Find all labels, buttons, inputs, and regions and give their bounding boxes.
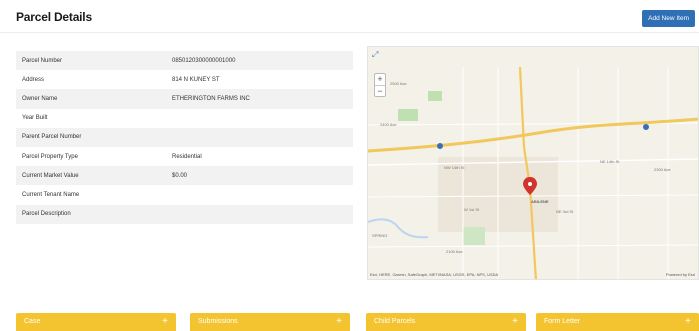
add-new-item-button[interactable]: Add New Item	[642, 10, 695, 27]
map-label: 2400 Ave	[380, 122, 397, 127]
map-canvas	[368, 47, 698, 279]
form-letter-tab[interactable]: Form Letter +	[536, 313, 699, 331]
map-label: NE 14th St	[600, 159, 620, 164]
detail-key: Owner Name	[22, 95, 58, 102]
map-attribution: Esri, HERE, Garmin, SafeGraph, METI/NASA…	[370, 272, 499, 277]
page-header: Parcel Details Add New Item	[0, 0, 699, 32]
tab-label: Case	[24, 318, 41, 325]
detail-row: Parcel Description	[16, 204, 353, 224]
fullscreen-icon[interactable]: ⤢	[372, 51, 380, 59]
detail-row: Year Built	[16, 109, 353, 128]
tab-label: Child Parcels	[374, 318, 416, 325]
detail-key: Parent Parcel Number	[22, 134, 82, 141]
detail-row: Owner Name ETHERINGTON FARMS INC	[16, 89, 353, 109]
map-label: 2300 Ave	[654, 167, 671, 172]
parcel-details-table: Parcel Number 0850120300000001000 Address…	[16, 51, 353, 224]
detail-key: Current Market Value	[22, 172, 79, 179]
map-powered-by[interactable]: Powered by Esri	[666, 272, 695, 277]
plus-icon[interactable]: +	[162, 313, 168, 331]
submissions-tab[interactable]: Submissions +	[190, 313, 350, 331]
detail-value: ETHERINGTON FARMS INC	[172, 95, 250, 102]
map-label: NW 14th St	[444, 165, 465, 170]
detail-value: 0850120300000001000	[172, 57, 236, 64]
detail-key: Parcel Property Type	[22, 153, 78, 160]
plus-icon[interactable]: +	[685, 313, 691, 331]
detail-row: Address 814 N KUNEY ST	[16, 70, 353, 89]
plus-icon[interactable]: +	[336, 313, 342, 331]
detail-row: Parcel Number 0850120300000001000	[16, 51, 353, 71]
zoom-control: + −	[374, 73, 386, 97]
detail-value: 814 N KUNEY ST	[172, 76, 220, 83]
detail-row: Parent Parcel Number	[16, 127, 353, 147]
tab-label: Form Letter	[544, 318, 581, 325]
page-title: Parcel Details	[16, 10, 92, 24]
map-label: 2100 Ave	[446, 249, 463, 254]
detail-row: Current Market Value $0.00	[16, 166, 353, 186]
zoom-out-button[interactable]: −	[375, 86, 385, 98]
map-label: SPRING	[372, 233, 388, 238]
detail-key: Parcel Description	[22, 211, 71, 218]
detail-key: Parcel Number	[22, 57, 63, 64]
parcel-map[interactable]: ⤢ + − 2500 Ave 2400 Ave NW 14th St NE 14…	[367, 46, 699, 280]
detail-row: Parcel Property Type Residential	[16, 147, 353, 166]
related-sections: Case + Submissions + Child Parcels + For…	[16, 313, 699, 331]
detail-key: Address	[22, 76, 45, 83]
detail-row: Current Tenant Name	[16, 185, 353, 204]
header-divider	[0, 32, 699, 33]
map-label: NE 3rd St	[556, 209, 574, 214]
map-label: ABILENE	[531, 199, 549, 204]
detail-value: Residential	[172, 153, 202, 160]
plus-icon[interactable]: +	[512, 313, 518, 331]
tab-label: Submissions	[198, 318, 238, 325]
detail-key: Current Tenant Name	[22, 191, 80, 198]
child-parcels-tab[interactable]: Child Parcels +	[366, 313, 526, 331]
case-tab[interactable]: Case +	[16, 313, 176, 331]
detail-key: Year Built	[22, 115, 48, 122]
map-label: 2500 Ave	[390, 81, 407, 86]
map-label: W 1st St	[464, 207, 480, 212]
detail-value: $0.00	[172, 172, 188, 179]
zoom-in-button[interactable]: +	[375, 74, 385, 86]
